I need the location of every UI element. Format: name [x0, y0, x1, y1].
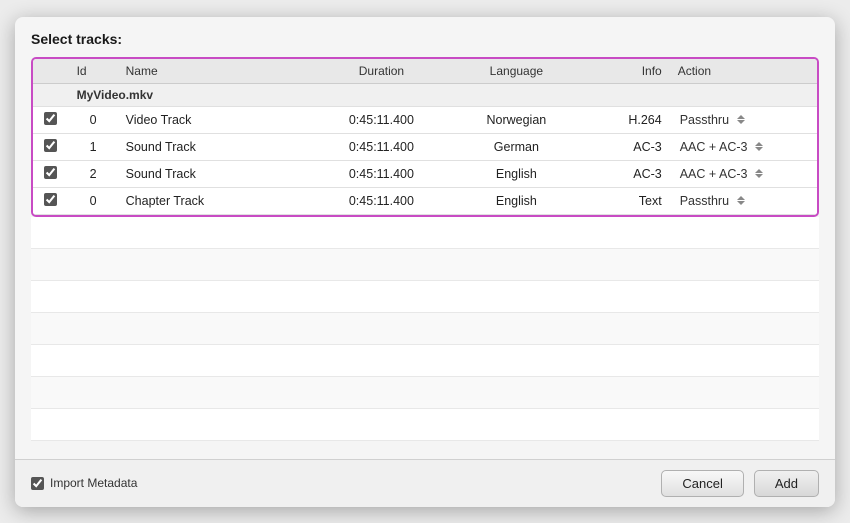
- empty-row: [31, 281, 819, 313]
- col-header-language: Language: [449, 59, 584, 84]
- empty-row: [31, 249, 819, 281]
- dialog-content: Select tracks: Id Name Duration Language…: [15, 17, 835, 459]
- spinner-down-icon[interactable]: [737, 120, 745, 124]
- row-id: 1: [69, 133, 118, 160]
- track-checkbox[interactable]: [44, 139, 57, 152]
- empty-rows-area: [31, 217, 819, 449]
- row-checkbox-cell: [33, 160, 69, 187]
- tracks-table: Id Name Duration Language Info Action My…: [33, 59, 817, 215]
- add-button[interactable]: Add: [754, 470, 819, 497]
- col-header-name: Name: [118, 59, 314, 84]
- row-action: Passthru: [670, 106, 817, 133]
- action-value: Passthru: [680, 113, 729, 127]
- action-spinner[interactable]: [737, 196, 745, 205]
- row-id: 2: [69, 160, 118, 187]
- table-header-row: Id Name Duration Language Info Action: [33, 59, 817, 84]
- spinner-down-icon[interactable]: [755, 147, 763, 151]
- row-duration: 0:45:11.400: [314, 106, 449, 133]
- col-header-info: Info: [584, 59, 670, 84]
- row-info: H.264: [584, 106, 670, 133]
- table-row: 0 Video Track 0:45:11.400 Norwegian H.26…: [33, 106, 817, 133]
- footer-buttons: Cancel Add: [661, 470, 819, 497]
- spinner-up-icon[interactable]: [755, 169, 763, 173]
- table-row: 0 Chapter Track 0:45:11.400 English Text…: [33, 187, 817, 214]
- table-row: 2 Sound Track 0:45:11.400 English AC-3 A…: [33, 160, 817, 187]
- dialog-footer: Import Metadata Cancel Add: [15, 459, 835, 507]
- select-tracks-dialog: Select tracks: Id Name Duration Language…: [15, 17, 835, 507]
- row-name: Sound Track: [118, 133, 314, 160]
- track-checkbox[interactable]: [44, 112, 57, 125]
- spinner-up-icon[interactable]: [737, 196, 745, 200]
- row-info: AC-3: [584, 160, 670, 187]
- dialog-section-title: Select tracks:: [31, 31, 819, 47]
- action-value: AAC + AC-3: [680, 167, 748, 181]
- row-language: English: [449, 160, 584, 187]
- group-header-check-cell: [33, 83, 69, 106]
- cancel-button[interactable]: Cancel: [661, 470, 743, 497]
- empty-row: [31, 409, 819, 441]
- track-checkbox[interactable]: [44, 193, 57, 206]
- action-select-container: Passthru: [680, 194, 809, 208]
- action-spinner[interactable]: [755, 169, 763, 178]
- row-language: English: [449, 187, 584, 214]
- table-row: 1 Sound Track 0:45:11.400 German AC-3 AA…: [33, 133, 817, 160]
- empty-row: [31, 313, 819, 345]
- row-info: AC-3: [584, 133, 670, 160]
- spinner-up-icon[interactable]: [737, 115, 745, 119]
- row-checkbox-cell: [33, 133, 69, 160]
- col-header-id: Id: [69, 59, 118, 84]
- row-language: German: [449, 133, 584, 160]
- row-action: AAC + AC-3: [670, 133, 817, 160]
- row-info: Text: [584, 187, 670, 214]
- import-metadata-label: Import Metadata: [50, 476, 137, 490]
- empty-row: [31, 377, 819, 409]
- action-spinner[interactable]: [737, 115, 745, 124]
- row-name: Sound Track: [118, 160, 314, 187]
- spinner-down-icon[interactable]: [755, 174, 763, 178]
- col-header-check: [33, 59, 69, 84]
- row-duration: 0:45:11.400: [314, 160, 449, 187]
- row-name: Chapter Track: [118, 187, 314, 214]
- action-value: Passthru: [680, 194, 729, 208]
- row-id: 0: [69, 106, 118, 133]
- action-spinner[interactable]: [755, 142, 763, 151]
- group-header-row: MyVideo.mkv: [33, 83, 817, 106]
- spinner-down-icon[interactable]: [737, 201, 745, 205]
- action-value: AAC + AC-3: [680, 140, 748, 154]
- row-name: Video Track: [118, 106, 314, 133]
- action-select-container: AAC + AC-3: [680, 167, 809, 181]
- row-checkbox-cell: [33, 106, 69, 133]
- row-language: Norwegian: [449, 106, 584, 133]
- empty-row: [31, 345, 819, 377]
- row-id: 0: [69, 187, 118, 214]
- import-metadata-area: Import Metadata: [31, 476, 661, 490]
- tracks-container: Id Name Duration Language Info Action My…: [31, 57, 819, 217]
- action-select-container: AAC + AC-3: [680, 140, 809, 154]
- row-action: Passthru: [670, 187, 817, 214]
- spinner-up-icon[interactable]: [755, 142, 763, 146]
- row-action: AAC + AC-3: [670, 160, 817, 187]
- row-duration: 0:45:11.400: [314, 133, 449, 160]
- row-duration: 0:45:11.400: [314, 187, 449, 214]
- col-header-action: Action: [670, 59, 817, 84]
- track-checkbox[interactable]: [44, 166, 57, 179]
- import-metadata-checkbox[interactable]: [31, 477, 44, 490]
- action-select-container: Passthru: [680, 113, 809, 127]
- col-header-duration: Duration: [314, 59, 449, 84]
- group-label: MyVideo.mkv: [69, 83, 817, 106]
- row-checkbox-cell: [33, 187, 69, 214]
- empty-row: [31, 217, 819, 249]
